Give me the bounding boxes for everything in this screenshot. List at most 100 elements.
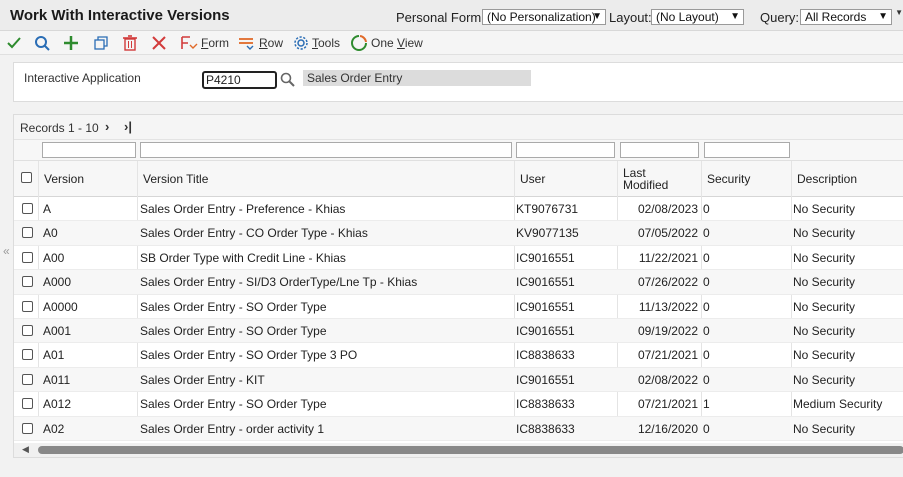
cell-version: A0000 xyxy=(43,299,78,314)
layout-value: (No Layout) xyxy=(656,10,719,24)
title-bar: Work With Interactive Versions Personal … xyxy=(0,0,903,31)
row-checkbox[interactable] xyxy=(22,251,33,263)
cell-description: Medium Security xyxy=(793,397,883,412)
table-row[interactable]: A02 Sales Order Entry - order activity 1 I… xyxy=(14,416,903,441)
cell-user: IC8838633 xyxy=(516,348,575,363)
filter-panel: Interactive Application P4210 Sales Orde… xyxy=(13,62,903,102)
personal-form-select[interactable]: (No Personalization) ▼ xyxy=(482,9,606,25)
query-select[interactable]: All Records ▼ xyxy=(800,9,892,25)
column-header-security[interactable]: Security xyxy=(701,161,791,197)
cell-version: A00 xyxy=(43,250,65,265)
scroll-left-icon[interactable]: ◀ xyxy=(22,444,29,455)
title-filter-input[interactable] xyxy=(140,142,512,158)
scrollbar-thumb[interactable] xyxy=(38,446,903,454)
tools-menu-label: Tools xyxy=(312,36,341,50)
cell-user: IC8838633 xyxy=(516,421,575,436)
cell-description: No Security xyxy=(793,275,856,290)
plus-icon xyxy=(64,36,78,50)
row-checkbox[interactable] xyxy=(22,373,33,385)
cell-user: IC9016551 xyxy=(516,299,575,314)
select-button[interactable] xyxy=(6,33,22,53)
cell-version-title: Sales Order Entry - order activity 1 xyxy=(140,421,325,436)
cell-version-title: Sales Order Entry - SO Order Type 3 PO xyxy=(140,348,358,363)
cell-version: A02 xyxy=(43,421,65,436)
close-button[interactable] xyxy=(151,33,167,53)
copy-button[interactable] xyxy=(93,33,109,53)
cell-version: A012 xyxy=(43,397,72,412)
overflow-menu-icon[interactable]: ▼ xyxy=(895,8,903,17)
cell-description: No Security xyxy=(793,323,856,338)
layout-select[interactable]: (No Layout) ▼ xyxy=(651,9,744,25)
table-row[interactable]: A01 Sales Order Entry - SO Order Type 3 P… xyxy=(14,343,903,368)
column-header-last-modified[interactable]: Last Modified xyxy=(617,161,701,197)
gear-icon xyxy=(294,36,308,50)
column-header-version[interactable]: Version xyxy=(38,161,137,197)
form-icon xyxy=(181,36,198,49)
row-checkbox[interactable] xyxy=(22,349,33,361)
row-checkbox[interactable] xyxy=(22,398,33,410)
table-row[interactable]: A0000 Sales Order Entry - SO Order Type IC… xyxy=(14,295,903,319)
row-menu-button[interactable]: Row xyxy=(238,33,283,53)
cell-version: A xyxy=(43,202,52,216)
one-view-button[interactable]: One View xyxy=(350,33,423,53)
find-button[interactable] xyxy=(34,33,50,53)
table-row[interactable]: A000 Sales Order Entry - SI/D3 OrderType/… xyxy=(14,270,903,295)
table-row[interactable]: A011 Sales Order Entry - KIT IC9016551 02/0… xyxy=(14,367,903,393)
cell-version-title: Sales Order Entry - SO Order Type xyxy=(140,397,327,412)
tools-menu-button[interactable]: Tools xyxy=(293,33,340,53)
cell-security: 0 xyxy=(703,226,710,241)
cell-user: IC9016551 xyxy=(516,275,575,290)
cell-last-modified: 07/21/2021 xyxy=(637,397,698,412)
table-row[interactable]: A012 Sales Order Entry - SO Order Type IC8… xyxy=(14,392,903,417)
row-icon xyxy=(239,38,254,50)
cell-version: A01 xyxy=(43,348,65,363)
records-count: Records 1 - 10 xyxy=(20,121,99,135)
table-row[interactable]: A001 Sales Order Entry - SO Order Type IC9… xyxy=(14,318,903,344)
cell-last-modified: 09/19/2022 xyxy=(637,323,698,338)
last-page-icon[interactable]: ›| xyxy=(124,119,132,134)
add-button[interactable] xyxy=(63,33,79,53)
copy-icon xyxy=(94,36,108,50)
next-page-icon[interactable]: › xyxy=(105,119,109,134)
cell-description: No Security xyxy=(793,299,856,314)
cell-version-title: Sales Order Entry - KIT xyxy=(140,372,265,387)
modified-filter-input[interactable] xyxy=(620,142,699,158)
security-filter-input[interactable] xyxy=(704,142,790,158)
row-checkbox[interactable] xyxy=(22,203,33,214)
cell-last-modified: 07/05/2022 xyxy=(637,226,698,241)
cell-last-modified: 02/08/2022 xyxy=(637,372,698,387)
form-menu-label: Form xyxy=(201,36,230,50)
column-header-description[interactable]: Description xyxy=(791,161,903,197)
table-row[interactable]: A0 Sales Order Entry - CO Order Type - Kh… xyxy=(14,221,903,246)
cell-version-title: SB Order Type with Credit Line - Khias xyxy=(140,250,346,265)
interactive-application-input[interactable]: P4210 xyxy=(202,71,277,89)
search-icon[interactable] xyxy=(280,72,295,90)
cell-user: IC8838633 xyxy=(516,397,575,412)
column-header-user[interactable]: User xyxy=(514,161,617,197)
user-filter-input[interactable] xyxy=(516,142,615,158)
version-filter-input[interactable] xyxy=(42,142,136,158)
collapse-left-icon[interactable]: « xyxy=(3,244,10,258)
cell-version: A000 xyxy=(43,275,72,290)
row-checkbox[interactable] xyxy=(22,276,33,288)
table-row[interactable]: A Sales Order Entry - Preference - Khias K… xyxy=(14,197,903,222)
trash-icon xyxy=(123,35,137,51)
delete-button[interactable] xyxy=(122,33,138,53)
form-menu-button[interactable]: Form xyxy=(180,33,229,53)
search-icon xyxy=(35,36,50,51)
cell-user: IC9016551 xyxy=(516,250,575,265)
table-row[interactable]: A00 SB Order Type with Credit Line - Khia… xyxy=(14,246,903,271)
one-view-icon xyxy=(351,35,367,51)
row-checkbox[interactable] xyxy=(22,324,33,336)
cell-last-modified: 07/26/2022 xyxy=(637,275,698,290)
select-all-checkbox[interactable] xyxy=(21,172,32,183)
horizontal-scrollbar[interactable]: ◀ xyxy=(14,443,903,457)
row-checkbox[interactable] xyxy=(22,227,33,239)
row-checkbox[interactable] xyxy=(22,300,33,312)
cell-version: A0 xyxy=(43,226,58,241)
interactive-application-label: Interactive Application xyxy=(24,71,141,85)
row-checkbox[interactable] xyxy=(22,422,33,434)
column-header-version-title[interactable]: Version Title xyxy=(137,161,514,197)
cell-last-modified: 11/13/2022 xyxy=(638,299,698,314)
cell-security: 0 xyxy=(703,299,710,314)
